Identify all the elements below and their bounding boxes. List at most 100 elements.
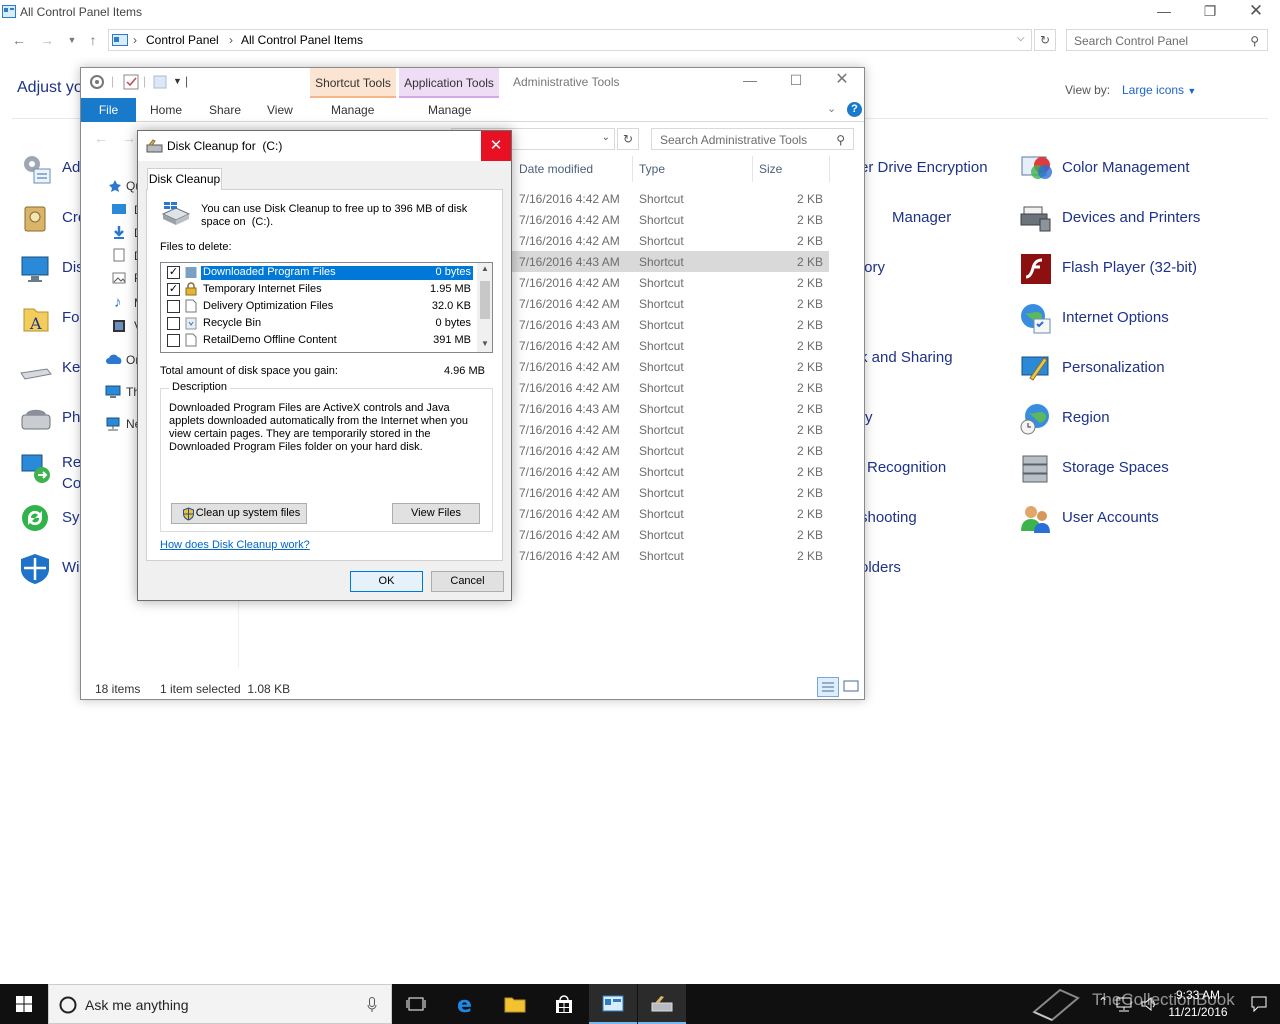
table-row[interactable]: 7/16/2016 4:42 AM Shortcut 2 KB — [511, 335, 829, 356]
help-icon[interactable]: ? — [847, 102, 862, 117]
clock-time[interactable]: 9:33 AM — [1160, 988, 1236, 1002]
search-input[interactable]: Search Administrative Tools ⚲ — [651, 128, 854, 150]
minimize-button[interactable]: — — [1141, 0, 1187, 24]
chevron-down-icon[interactable]: ▼ — [173, 76, 182, 86]
list-item[interactable]: Delivery Optimization Files 32.0 KB — [161, 298, 477, 315]
column-size[interactable]: Size — [759, 162, 782, 176]
cell-date-modified: 7/16/2016 4:42 AM — [519, 486, 620, 500]
tab-manage-application[interactable]: Manage — [428, 98, 471, 122]
edge-button[interactable]: e — [443, 984, 491, 1024]
maximize-button[interactable]: ☐ — [773, 69, 819, 93]
search-input[interactable]: Search Control Panel ⚲ — [1066, 29, 1268, 51]
table-row[interactable]: 7/16/2016 4:42 AM Shortcut 2 KB — [511, 293, 829, 314]
file-checkbox[interactable] — [167, 317, 180, 330]
table-row[interactable]: 7/16/2016 4:43 AM Shortcut 2 KB — [511, 314, 829, 335]
column-type[interactable]: Type — [639, 162, 665, 176]
clean-up-system-files-button[interactable]: Clean up system files — [171, 503, 307, 524]
column-date-modified[interactable]: Date modified — [519, 162, 593, 176]
file-checkbox[interactable] — [167, 334, 180, 347]
start-button[interactable] — [0, 984, 48, 1024]
table-row[interactable]: 7/16/2016 4:42 AM Shortcut 2 KB — [511, 356, 829, 377]
back-button[interactable]: ← — [91, 128, 111, 148]
cortana-search-box[interactable]: Ask me anything — [48, 984, 392, 1024]
column-separator[interactable] — [829, 156, 830, 182]
table-row[interactable]: 7/16/2016 4:42 AM Shortcut 2 KB — [511, 419, 829, 440]
back-button[interactable]: ← — [9, 30, 29, 50]
dialog-titlebar[interactable]: Disk Cleanup for (C:) ✕ — [138, 131, 511, 161]
breadcrumb-control-panel[interactable]: Control Panel — [146, 33, 219, 47]
disk-cleanup-taskbar-button[interactable] — [638, 984, 686, 1024]
ok-button[interactable]: OK — [350, 571, 423, 592]
cancel-button[interactable]: Cancel — [431, 571, 504, 592]
tab-disk-cleanup[interactable]: Disk Cleanup — [147, 168, 222, 190]
disk-cleanup-dialog[interactable]: Disk Cleanup for (C:) ✕ Disk Cleanup You… — [137, 130, 512, 601]
store-button[interactable] — [540, 984, 588, 1024]
column-separator[interactable] — [752, 156, 753, 182]
how-does-disk-cleanup-work-link[interactable]: How does Disk Cleanup work? — [160, 539, 310, 551]
list-item[interactable]: ✓ Temporary Internet Files 1.95 MB — [161, 281, 477, 298]
table-row[interactable]: 7/16/2016 4:42 AM Shortcut 2 KB — [511, 440, 829, 461]
column-separator[interactable] — [632, 156, 633, 182]
tab-manage-shortcut[interactable]: Manage — [331, 98, 374, 122]
table-row[interactable]: 7/16/2016 4:42 AM Shortcut 2 KB — [511, 272, 829, 293]
refresh-button[interactable]: ↻ — [617, 128, 639, 150]
action-center-icon[interactable] — [1250, 995, 1268, 1013]
file-checkbox[interactable] — [167, 300, 180, 313]
clock-date[interactable]: 11/21/2016 — [1160, 1005, 1236, 1019]
table-row[interactable]: 7/16/2016 4:42 AM Shortcut 2 KB — [511, 188, 829, 209]
quick-access-toolbar[interactable]: | | ▼ | — [89, 74, 189, 94]
network-icon[interactable] — [1116, 996, 1134, 1012]
table-row[interactable]: 7/16/2016 4:42 AM Shortcut 2 KB — [511, 230, 829, 251]
table-row[interactable]: 7/16/2016 4:42 AM Shortcut 2 KB — [511, 482, 829, 503]
tab-share[interactable]: Share — [209, 98, 241, 122]
microphone-icon[interactable] — [367, 997, 377, 1013]
close-button[interactable]: ✕ — [481, 131, 511, 161]
view-by-dropdown[interactable]: Large icons ▼ — [1122, 83, 1196, 97]
refresh-button[interactable]: ↻ — [1034, 29, 1056, 51]
volume-icon[interactable] — [1140, 996, 1158, 1012]
task-view-button[interactable] — [392, 984, 440, 1024]
table-row[interactable]: 7/16/2016 4:42 AM Shortcut 2 KB — [511, 503, 829, 524]
properties-icon[interactable] — [89, 74, 105, 90]
scroll-down-icon[interactable]: ▼ — [481, 339, 489, 348]
tab-home[interactable]: Home — [150, 98, 182, 122]
chevron-down-icon[interactable]: ⌄ — [602, 132, 610, 143]
file-checkbox[interactable]: ✓ — [167, 266, 180, 279]
tab-view[interactable]: View — [267, 98, 293, 122]
recent-locations-button[interactable]: ▼ — [62, 30, 82, 50]
file-explorer-button[interactable] — [491, 984, 539, 1024]
table-row[interactable]: 7/16/2016 4:42 AM Shortcut 2 KB — [511, 377, 829, 398]
table-row[interactable]: 7/16/2016 4:42 AM Shortcut 2 KB — [511, 461, 829, 482]
list-item[interactable]: Recycle Bin 0 bytes — [161, 315, 477, 332]
close-button[interactable]: ✕ — [1233, 0, 1279, 24]
control-panel-taskbar-button[interactable] — [589, 984, 637, 1024]
address-bar[interactable]: › Control Panel › All Control Panel Item… — [108, 29, 1032, 51]
table-row[interactable]: 7/16/2016 4:43 AM Shortcut 2 KB — [511, 398, 829, 419]
scroll-up-icon[interactable]: ▲ — [481, 264, 489, 273]
details-view-button[interactable] — [817, 677, 839, 697]
table-row[interactable]: 7/16/2016 4:42 AM Shortcut 2 KB — [511, 545, 829, 566]
chevron-down-icon[interactable]: ⌵ — [1017, 33, 1025, 44]
minimize-button[interactable]: — — [727, 69, 773, 93]
chevron-down-icon[interactable]: ⌄ — [827, 102, 836, 115]
new-folder-icon[interactable] — [153, 75, 167, 89]
file-checkbox[interactable]: ✓ — [167, 283, 180, 296]
files-to-delete-list[interactable]: ✓ Downloaded Program Files 0 bytes ✓ Tempora… — [160, 262, 493, 353]
forward-button[interactable]: → — [37, 30, 57, 50]
restore-button[interactable]: ❐ — [1187, 0, 1233, 24]
list-item[interactable]: RetailDemo Offline Content 391 MB — [161, 332, 477, 349]
close-button[interactable]: ✕ — [819, 69, 865, 93]
scrollbar-thumb[interactable] — [480, 281, 490, 319]
table-row[interactable]: 7/16/2016 4:42 AM Shortcut 2 KB — [511, 524, 829, 545]
table-row[interactable]: 7/16/2016 4:43 AM Shortcut 2 KB — [511, 251, 829, 272]
checkmark-icon[interactable] — [123, 74, 139, 90]
breadcrumb-all-items[interactable]: All Control Panel Items — [241, 33, 363, 47]
chevron-up-icon[interactable]: ⌃ — [1098, 995, 1108, 1009]
forward-button[interactable]: → — [119, 128, 139, 148]
tab-file[interactable]: File — [81, 98, 136, 122]
list-item[interactable]: ✓ Downloaded Program Files 0 bytes — [161, 264, 477, 281]
view-files-button[interactable]: View Files — [392, 503, 480, 524]
table-row[interactable]: 7/16/2016 4:42 AM Shortcut 2 KB — [511, 209, 829, 230]
up-button[interactable]: ↑ — [83, 30, 103, 50]
large-icons-view-button[interactable] — [841, 677, 861, 697]
